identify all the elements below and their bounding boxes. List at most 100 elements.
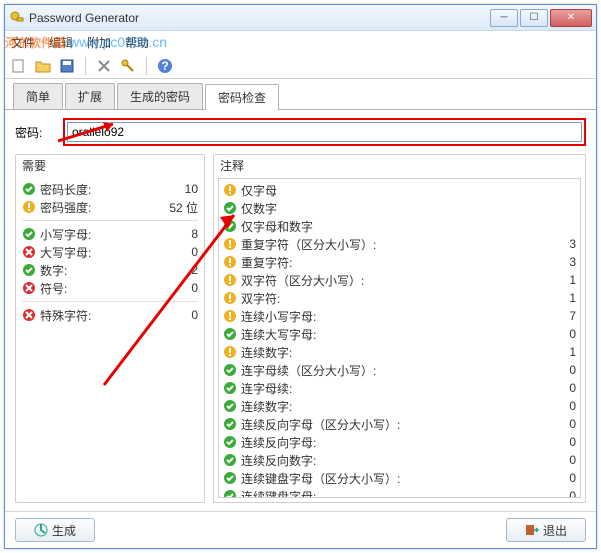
menu-help[interactable]: 帮助 [125, 34, 149, 51]
req-label: 小写字母: [40, 226, 158, 243]
titlebar: Password Generator ─ ☐ ✕ [5, 5, 596, 31]
ok-icon [223, 417, 237, 431]
warn-icon [223, 291, 237, 305]
note-label: 仅字母和数字 [241, 218, 536, 235]
note-row: 连续键盘字母: 0 [223, 487, 576, 498]
note-label: 连续小写字母: [241, 308, 536, 325]
req-row: 大写字母: 0 [22, 243, 198, 261]
menu-edit[interactable]: 编辑 [49, 34, 73, 51]
exit-button[interactable]: 退出 [506, 518, 586, 542]
req-row: 密码强度: 52 位 [22, 198, 198, 216]
note-value: 7 [536, 309, 576, 323]
tab-bar: 简单 扩展 生成的密码 密码检查 [5, 79, 596, 110]
req-label: 符号: [40, 280, 158, 297]
ok-icon [22, 182, 36, 196]
notes-scroll[interactable]: 仅字母 仅数字 仅字母和数字 重复字符（区分大小写）: 3 重复字符: 3 双字… [218, 178, 581, 498]
notes-title: 注释 [214, 155, 585, 176]
note-value: 1 [536, 345, 576, 359]
requirements-title: 需要 [16, 155, 204, 176]
save-icon[interactable] [59, 58, 75, 74]
ok-icon [223, 453, 237, 467]
note-value: 0 [536, 453, 576, 467]
note-row: 双字符: 1 [223, 289, 576, 307]
note-row: 仅字母 [223, 181, 576, 199]
maximize-button[interactable]: ☐ [520, 9, 548, 27]
note-value: 0 [536, 489, 576, 498]
help-icon[interactable]: ? [157, 58, 173, 74]
toolbar: ? [5, 53, 596, 79]
password-input-highlight [63, 118, 586, 146]
req-value: 2 [158, 263, 198, 277]
note-row: 连续键盘字母（区分大小写）: 0 [223, 469, 576, 487]
note-row: 连字母续: 0 [223, 379, 576, 397]
cut-icon[interactable] [96, 58, 112, 74]
generate-icon [34, 523, 48, 537]
note-row: 连续数字: 0 [223, 397, 576, 415]
note-row: 连续大写字母: 0 [223, 325, 576, 343]
bad-icon [22, 308, 36, 322]
password-label: 密码: [15, 124, 53, 141]
note-label: 双字符（区分大小写）: [241, 272, 536, 289]
app-icon [9, 10, 25, 26]
bad-icon [22, 245, 36, 259]
note-value: 0 [536, 471, 576, 485]
note-row: 双字符（区分大小写）: 1 [223, 271, 576, 289]
requirements-panel: 需要 密码长度: 10 密码强度: 52 位 小写字母: 8 大写字母: 0 数… [15, 154, 205, 503]
req-row: 特殊字符: 0 [22, 306, 198, 324]
bad-icon [22, 281, 36, 295]
req-value: 10 [158, 182, 198, 196]
note-row: 连续反向数字: 0 [223, 451, 576, 469]
note-label: 仅字母 [241, 182, 536, 199]
ok-icon [223, 471, 237, 485]
req-value: 52 位 [158, 199, 198, 216]
ok-icon [223, 327, 237, 341]
password-input[interactable] [67, 122, 582, 142]
note-value: 0 [536, 435, 576, 449]
note-value: 1 [536, 291, 576, 305]
new-icon[interactable] [11, 58, 27, 74]
note-row: 连字母续（区分大小写）: 0 [223, 361, 576, 379]
note-row: 连续数字: 1 [223, 343, 576, 361]
note-value: 0 [536, 399, 576, 413]
note-label: 重复字符: [241, 254, 536, 271]
req-row: 密码长度: 10 [22, 180, 198, 198]
req-label: 密码强度: [40, 199, 158, 216]
generate-label: 生成 [52, 522, 76, 539]
note-value: 0 [536, 381, 576, 395]
req-row: 小写字母: 8 [22, 225, 198, 243]
window-title: Password Generator [29, 11, 490, 25]
minimize-button[interactable]: ─ [490, 9, 518, 27]
tab-simple[interactable]: 简单 [13, 83, 63, 109]
note-row: 重复字符（区分大小写）: 3 [223, 235, 576, 253]
ok-icon [223, 435, 237, 449]
ok-icon [223, 201, 237, 215]
menubar: 河东软件园www.pc0359.cn 文件 编辑 附加 帮助 [5, 31, 596, 53]
note-label: 连续键盘字母（区分大小写）: [241, 470, 536, 487]
tab-gen[interactable]: 生成的密码 [117, 83, 203, 109]
key-icon[interactable] [120, 58, 136, 74]
note-label: 连续键盘字母: [241, 488, 536, 499]
warn-icon [22, 200, 36, 214]
note-value: 0 [536, 363, 576, 377]
ok-icon [223, 219, 237, 233]
menu-add[interactable]: 附加 [87, 34, 111, 51]
ok-icon [22, 227, 36, 241]
note-row: 连续小写字母: 7 [223, 307, 576, 325]
notes-panel: 注释 仅字母 仅数字 仅字母和数字 重复字符（区分大小写）: 3 重复字符: 3 [213, 154, 586, 503]
close-button[interactable]: ✕ [550, 9, 592, 27]
warn-icon [223, 183, 237, 197]
note-value: 3 [536, 255, 576, 269]
note-label: 连续大写字母: [241, 326, 536, 343]
req-label: 密码长度: [40, 181, 158, 198]
note-label: 连续数字: [241, 398, 536, 415]
open-icon[interactable] [35, 58, 51, 74]
generate-button[interactable]: 生成 [15, 518, 95, 542]
req-label: 特殊字符: [40, 307, 158, 324]
tab-ext[interactable]: 扩展 [65, 83, 115, 109]
menu-file[interactable]: 文件 [11, 34, 35, 51]
note-label: 仅数字 [241, 200, 536, 217]
req-value: 0 [158, 281, 198, 295]
tab-check[interactable]: 密码检查 [205, 84, 279, 110]
svg-text:?: ? [161, 59, 168, 73]
note-row: 连续反向字母（区分大小写）: 0 [223, 415, 576, 433]
